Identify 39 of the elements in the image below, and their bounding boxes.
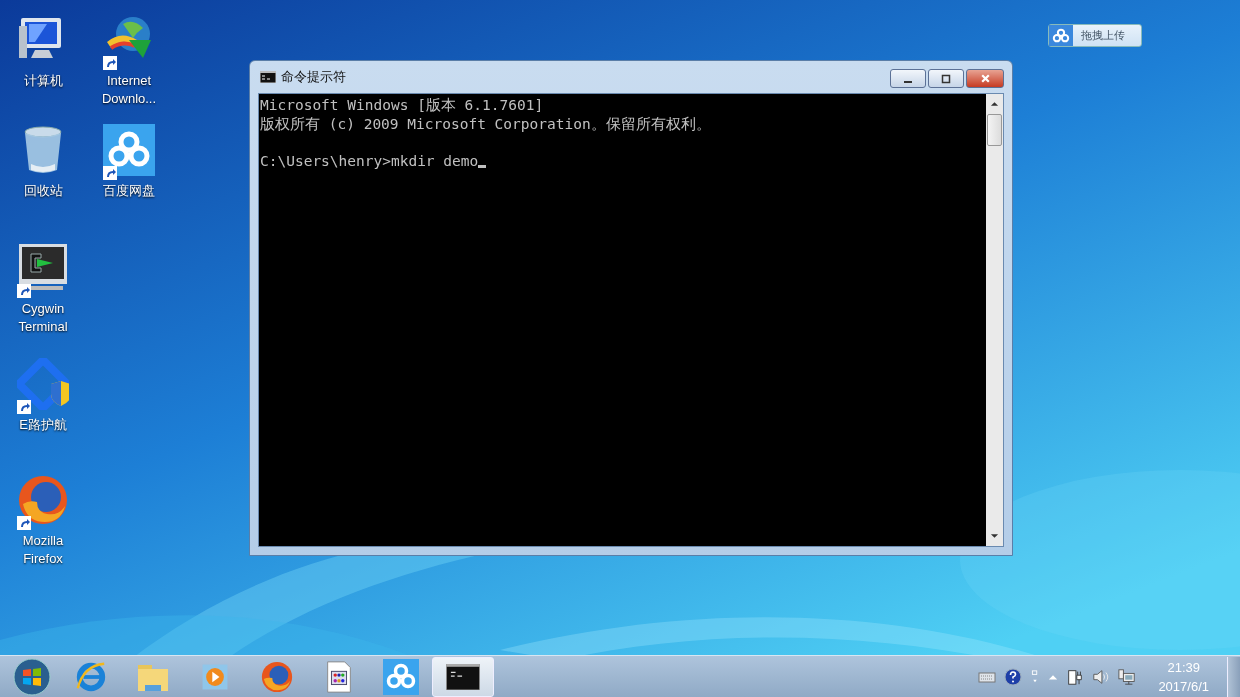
scroll-down-icon[interactable]	[990, 533, 999, 539]
icon-label[interactable]: Cygwin Terminal	[3, 300, 83, 336]
minimize-button[interactable]	[890, 69, 926, 88]
network-icon[interactable]	[1118, 668, 1137, 686]
icon-label[interactable]: 回收站	[3, 182, 83, 200]
icon-label[interactable]: Internet Downlo...	[89, 72, 169, 108]
scrollbar[interactable]	[986, 94, 1003, 546]
close-icon	[979, 73, 991, 84]
maximize-button[interactable]	[928, 69, 964, 88]
fox-globe-icon	[260, 660, 294, 694]
cloud-icon	[383, 659, 419, 695]
terminal-button[interactable]	[432, 657, 494, 697]
help-icon[interactable]	[1004, 668, 1023, 686]
icon-label[interactable]: E路护航	[3, 416, 83, 434]
upload-widget[interactable]: 拖拽上传	[1048, 24, 1142, 47]
cloud-icon[interactable]	[103, 124, 155, 176]
maximize-icon	[941, 73, 951, 84]
windows-logo-icon	[12, 657, 52, 697]
minimize-icon	[904, 80, 912, 83]
icon-label[interactable]: 计算机	[3, 72, 83, 90]
power-plug-icon[interactable]	[1066, 668, 1085, 686]
console-line: 版权所有 (c) 2009 Microsoft Corporation。保留所有权利。	[260, 114, 711, 133]
window-title: 命令提示符	[281, 68, 346, 86]
close-button[interactable]	[966, 69, 1004, 88]
scroll-thumb[interactable]	[987, 114, 1002, 146]
speaker-icon[interactable]	[1092, 668, 1111, 686]
cloud-icon	[1049, 25, 1073, 46]
console-line: C:\Users\henry>mkdir demo	[260, 151, 479, 170]
fox-globe-icon[interactable]	[17, 474, 69, 526]
console-line: Microsoft Windows [版本 6.1.7601]	[260, 96, 544, 115]
icon-label[interactable]: 百度网盘	[89, 182, 169, 200]
terminal-icon	[446, 664, 480, 690]
clock-time: 21:39	[1167, 659, 1200, 677]
e-logo-icon	[74, 660, 108, 694]
upload-label: 拖拽上传	[1081, 28, 1125, 43]
console-icon	[260, 71, 276, 83]
icon-label[interactable]: Mozilla Firefox	[3, 532, 83, 568]
clock-date: 2017/6/1	[1158, 678, 1209, 696]
scroll-up-icon[interactable]	[990, 101, 999, 107]
